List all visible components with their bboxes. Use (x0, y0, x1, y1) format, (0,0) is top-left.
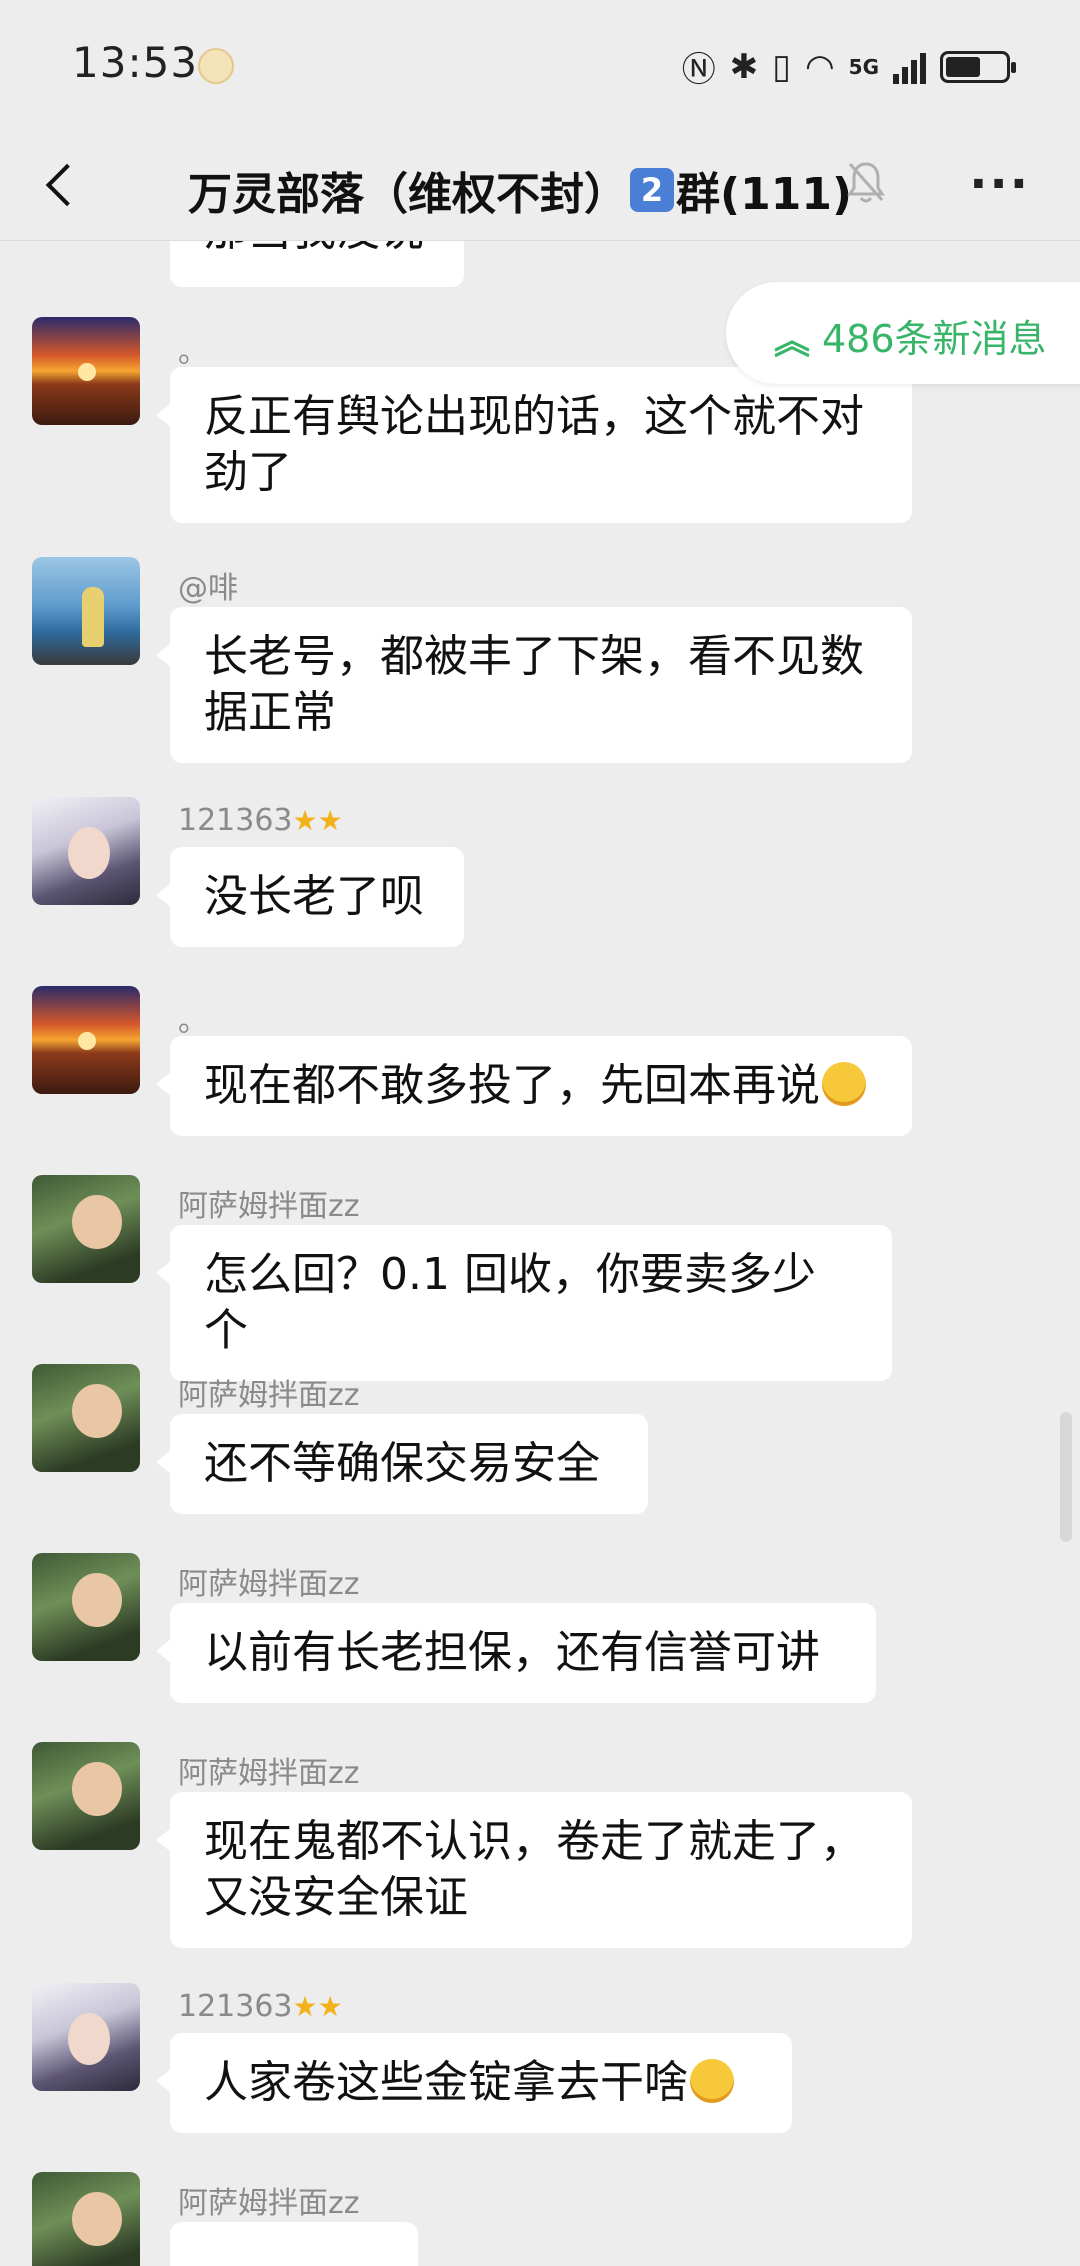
chat-header: 万灵部落（维权不封） 2 群(111) ··· (0, 130, 1080, 241)
battery-icon (940, 50, 1016, 83)
scrollbar[interactable] (1060, 1412, 1072, 1542)
avatar[interactable] (32, 317, 140, 425)
message-bubble[interactable]: 现在鬼都不认识，卷走了就走了，又没安全保证 (156, 1792, 912, 1948)
sender-name-text: 121363 (178, 803, 293, 838)
chat-title: 万灵部落（维权不封） 2 群(111) (188, 158, 852, 222)
avatar[interactable] (32, 1983, 140, 2091)
system-icons: Ⓝ ✱ ▯ ◠ 5G (681, 42, 1016, 91)
star-icon: ★★ (292, 804, 343, 837)
sender-name: 阿萨姆拌面zz (178, 1378, 360, 1413)
new-messages-label: 486条新消息 (822, 317, 1047, 361)
message-bubble[interactable]: 那当我没说 (170, 241, 464, 287)
message-bubble[interactable]: 以前有长老担保，还有信誉可讲 (156, 1603, 876, 1703)
message-bubble[interactable] (170, 2222, 418, 2266)
signal-icon (893, 50, 926, 84)
number-badge-icon: 2 (630, 168, 674, 212)
new-messages-button[interactable]: ︽ 486条新消息 (726, 282, 1080, 384)
sender-name: 121363★★ (178, 1989, 343, 2024)
avatar[interactable] (32, 1175, 140, 1283)
sender-name: 阿萨姆拌面zz (178, 1567, 360, 1602)
notification-emoji-icon (198, 48, 234, 84)
network-type-label: 5G (848, 54, 879, 79)
status-bar: 13:53 Ⓝ ✱ ▯ ◠ 5G (0, 0, 1080, 130)
message-bubble[interactable]: 还不等确保交易安全 (156, 1414, 648, 1514)
avatar[interactable] (32, 2172, 140, 2266)
sender-name: 121363★★ (178, 803, 343, 838)
more-horizontal-icon[interactable]: ··· (969, 156, 1030, 212)
laughing-emoji-icon (690, 2059, 734, 2103)
chat-title-count: 群(111) (676, 169, 853, 220)
chevron-left-icon[interactable] (38, 152, 98, 212)
sender-name: 阿萨姆拌面zz (178, 2186, 360, 2221)
sender-name: 阿萨姆拌面zz (178, 1756, 360, 1791)
message-text: 现在都不敢多投了，先回本再说 (204, 1060, 820, 1111)
crying-emoji-icon (822, 1062, 866, 1106)
double-chevron-up-icon: ︽ (774, 321, 811, 362)
message-list[interactable]: 那当我没说 。 反正有舆论出现的话，这个就不对劲了 @啡 长老号，都被丰了下架，… (0, 241, 1080, 2266)
avatar[interactable] (32, 1364, 140, 1472)
status-time: 13:53 (72, 38, 199, 87)
avatar[interactable] (32, 557, 140, 665)
sender-name-text: 121363 (178, 1989, 293, 2024)
sender-name: 阿萨姆拌面zz (178, 1189, 360, 1224)
message-bubble[interactable]: 人家卷这些金锭拿去干啥 (156, 2033, 792, 2133)
vibrate-icon: ▯ (772, 46, 791, 87)
message-bubble[interactable]: 长老号，都被丰了下架，看不见数据正常 (156, 607, 912, 763)
avatar[interactable] (32, 986, 140, 1094)
avatar[interactable] (32, 1553, 140, 1661)
message-text: 人家卷这些金锭拿去干啥 (204, 2057, 688, 2108)
avatar[interactable] (32, 1742, 140, 1850)
chat-title-text: 万灵部落（维权不封） (188, 169, 628, 220)
sender-name: 。 (178, 1004, 208, 1039)
bell-off-icon (846, 160, 890, 210)
sender-name: @啡 (178, 571, 238, 606)
message-bubble[interactable]: 反正有舆论出现的话，这个就不对劲了 (156, 367, 912, 523)
message-bubble[interactable]: 没长老了呗 (156, 847, 464, 947)
message-bubble[interactable]: 现在都不敢多投了，先回本再说 (156, 1036, 912, 1136)
avatar[interactable] (32, 797, 140, 905)
sender-name: 。 (178, 335, 208, 370)
star-icon: ★★ (292, 1990, 343, 2023)
nfc-icon: Ⓝ (681, 50, 716, 90)
message-bubble[interactable]: 怎么回？0.1 回收，你要卖多少个 (156, 1225, 892, 1381)
bluetooth-icon: ✱ (729, 46, 759, 87)
wifi-icon: ◠ (804, 46, 835, 87)
